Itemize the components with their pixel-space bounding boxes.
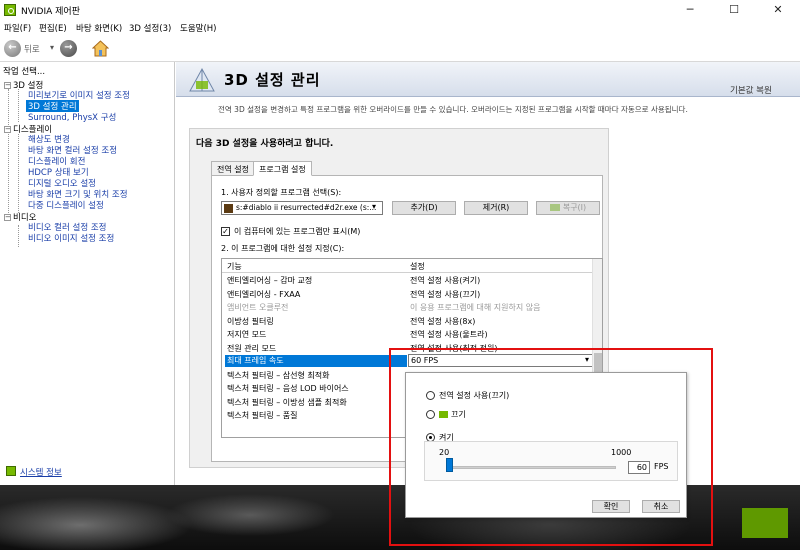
radio-off[interactable]: [426, 410, 435, 419]
step1-label: 1. 사용자 정의할 프로그램 선택(S):: [221, 188, 342, 197]
table-row[interactable]: 앰비언트 오클루전 이 응용 프로그램에 대해 지원하지 않음: [222, 301, 594, 315]
radio-use-global[interactable]: [426, 391, 435, 400]
slider-min-label: 20: [439, 448, 450, 457]
row-feature: 최대 프레임 속도: [225, 355, 407, 367]
menu-bar: 파일(F) 편집(E) 바탕 화면(K) 3D 설정(3) 도움말(H): [0, 20, 800, 35]
restore-defaults-link[interactable]: 기본값 복원: [730, 84, 772, 96]
cancel-button[interactable]: 취소: [642, 500, 680, 513]
option-use-global-label[interactable]: 전역 설정 사용(끄기): [439, 390, 509, 401]
program-select[interactable]: s:#diablo ii resurrected#d2r.exe (s:... …: [221, 201, 383, 215]
tree-line: [18, 89, 19, 122]
table-row[interactable]: 앤티엘리어싱 - FXAA 전역 설정 사용(끄기): [222, 288, 594, 302]
tree-line: [18, 134, 19, 213]
row-setting-value: 전역 설정 사용(울트라): [410, 330, 488, 339]
row-feature: 앤티엘리어싱 – 감마 교정: [227, 276, 313, 285]
row-setting-value: 전역 설정 사용(켜기): [410, 276, 481, 285]
back-label[interactable]: 뒤로: [24, 43, 40, 55]
home-icon[interactable]: [92, 40, 109, 57]
option-off-label[interactable]: 끄기: [451, 409, 466, 420]
back-history-dropdown-icon[interactable]: ▾: [50, 43, 54, 52]
3d-settings-icon: [189, 67, 215, 92]
row-feature: 앤티엘리어싱 - FXAA: [227, 289, 301, 299]
menu-desktop[interactable]: 바탕 화면(K): [76, 22, 122, 34]
minimize-button[interactable]: ─: [668, 0, 712, 20]
row-feature: 전원 관리 모드: [227, 343, 277, 353]
table-row[interactable]: 이방성 필터링 전역 설정 사용(8x): [222, 315, 594, 329]
title-bar: NVIDIA 제어판 ─ ☐ ✕: [0, 0, 800, 20]
row-feature: 이방성 필터링: [227, 316, 274, 326]
show-only-installed-label[interactable]: 이 컴퓨터에 있는 프로그램만 표시(M): [234, 226, 360, 237]
fps-slider-thumb[interactable]: [446, 458, 453, 472]
restore-button-label: 복구(I): [562, 203, 587, 212]
menu-help[interactable]: 도움말(H): [180, 22, 216, 34]
forward-arrow-icon[interactable]: →: [60, 40, 77, 57]
column-header-setting[interactable]: 설정: [410, 261, 425, 272]
menu-edit[interactable]: 편집(E): [39, 22, 67, 34]
fps-slider-track[interactable]: [446, 466, 616, 469]
step2-label: 2. 이 프로그램에 대한 설정 지정(C):: [221, 244, 345, 253]
tree-item-video-image[interactable]: 비디오 이미지 설정 조정: [28, 232, 114, 244]
nvidia-logo: [742, 508, 788, 538]
page-header: 3D 설정 관리 기본값 복원: [176, 62, 800, 97]
chevron-down-icon: ▾: [372, 202, 377, 211]
system-info-link[interactable]: 시스템 정보: [20, 466, 62, 478]
menu-3d-settings[interactable]: 3D 설정(3): [129, 22, 171, 34]
tab-global-settings[interactable]: 전역 설정: [211, 161, 255, 176]
tab-program-settings[interactable]: 프로그램 설정: [253, 161, 312, 176]
window-title: NVIDIA 제어판: [21, 7, 80, 17]
nvidia-icon: [439, 411, 448, 418]
show-only-installed-checkbox[interactable]: ✓: [221, 227, 230, 236]
row-feature: 저지연 모드: [227, 330, 267, 339]
nvidia-icon: [549, 204, 560, 211]
add-program-button[interactable]: 추가(D): [392, 201, 456, 215]
row-feature: 텍스처 필터링 – 음성 LOD 바이어스: [227, 384, 349, 393]
table-row[interactable]: 앤티엘리어싱 – 감마 교정 전역 설정 사용(켜기): [222, 274, 594, 288]
row-feature: 앰비언트 오클루전: [227, 303, 289, 312]
slider-max-label: 1000: [611, 448, 632, 457]
back-arrow-icon[interactable]: ←: [4, 40, 21, 57]
fps-unit-label: FPS: [654, 462, 669, 471]
tree-line: [18, 225, 19, 247]
settings-heading: 다음 3D 설정을 사용하려고 합니다.: [196, 139, 334, 149]
remove-program-button[interactable]: 제거(R): [464, 201, 528, 215]
row-setting-value: 이 응용 프로그램에 대해 지원하지 않음: [410, 303, 541, 312]
max-frame-rate-popup: 전역 설정 사용(끄기) 끄기 켜기 20 1000 60 FPS 확인 취소: [405, 372, 687, 518]
fps-input[interactable]: 60: [628, 461, 650, 474]
row-feature: 텍스처 필터링 – 이방성 샘플 최적화: [227, 397, 347, 407]
close-button[interactable]: ✕: [756, 0, 800, 20]
page-description: 전역 3D 설정을 변경하고 특정 프로그램을 위한 오버라이드를 만들 수 있…: [218, 105, 688, 114]
toolbar: ← 뒤로 ▾ →: [0, 35, 800, 62]
nvidia-app-icon: [4, 4, 16, 16]
row-feature: 텍스처 필터링 – 삼선형 최적화: [227, 370, 330, 380]
table-header: 기능 설정: [222, 259, 594, 273]
row-feature: 텍스처 필터링 – 품질: [227, 411, 298, 420]
row-setting-value: 전역 설정 사용(8x): [410, 316, 476, 326]
program-select-value: s:#diablo ii resurrected#d2r.exe (s:...: [236, 203, 377, 212]
restore-program-button[interactable]: 복구(I): [536, 201, 600, 215]
row-setting-value: 전역 설정 사용(끄기): [410, 289, 481, 299]
ok-button[interactable]: 확인: [592, 500, 630, 513]
table-row[interactable]: 저지연 모드 전역 설정 사용(울트라): [222, 328, 594, 342]
column-header-feature[interactable]: 기능: [227, 261, 242, 272]
maximize-button[interactable]: ☐: [712, 0, 756, 20]
system-info-icon[interactable]: [6, 466, 16, 476]
tree-item-multiple-displays[interactable]: 다중 디스플레이 설정: [28, 199, 104, 211]
tree-item-surround-physx[interactable]: Surround, PhysX 구성: [28, 111, 116, 123]
page-title: 3D 설정 관리: [224, 71, 321, 89]
task-tree-header: 작업 선택...: [3, 67, 46, 77]
diablo-program-icon: [224, 204, 233, 213]
menu-file[interactable]: 파일(F): [4, 22, 31, 34]
tree-line: [8, 89, 9, 219]
